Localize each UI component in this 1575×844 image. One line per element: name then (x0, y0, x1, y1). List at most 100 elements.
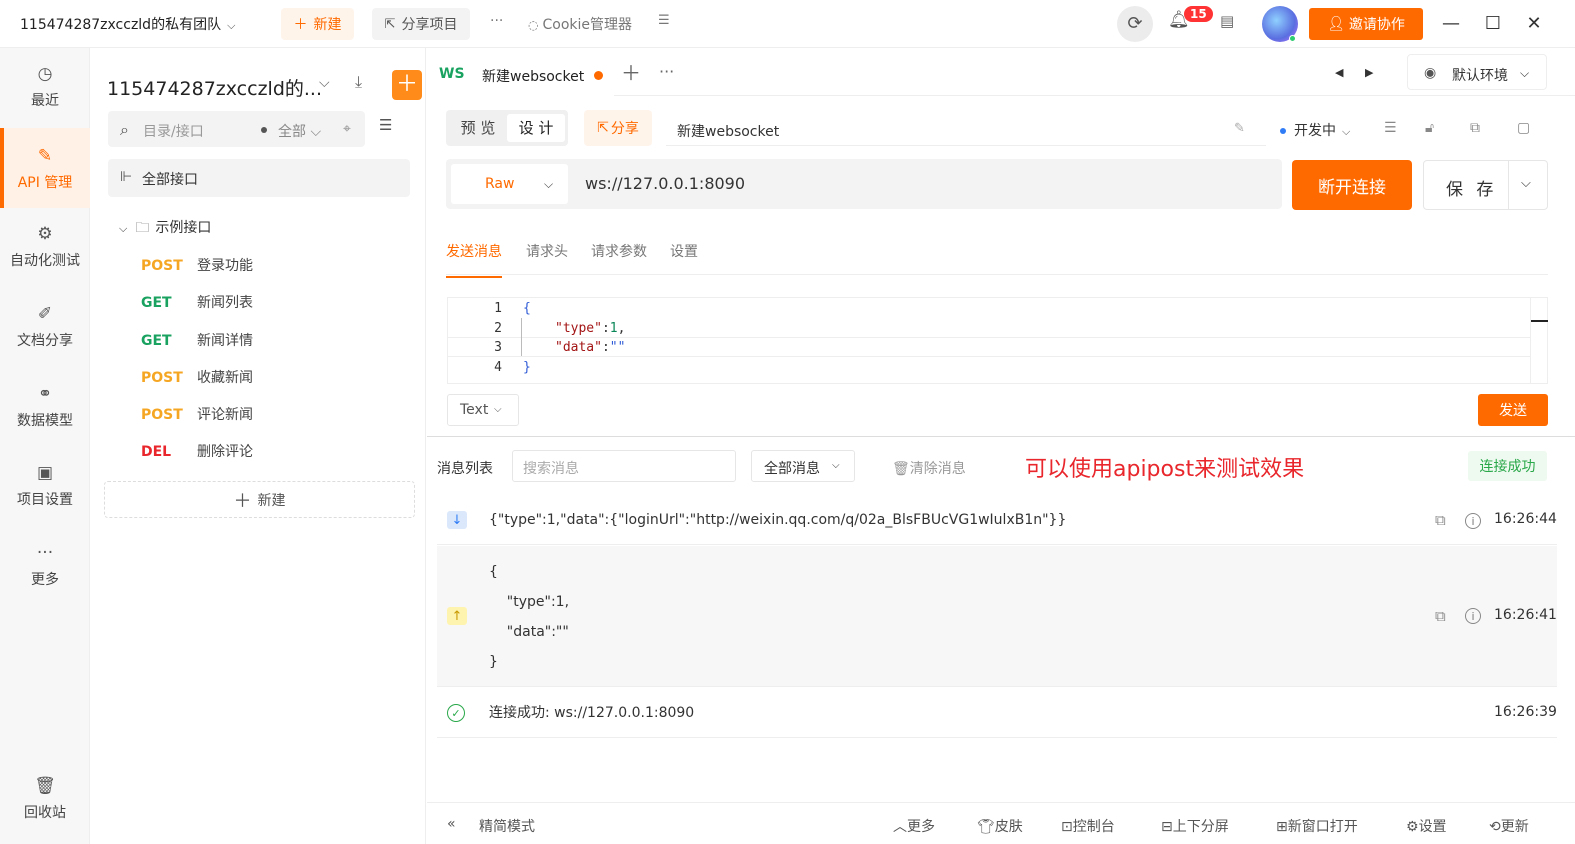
maximize-icon[interactable]: ☐ (1479, 10, 1507, 38)
footer-more-button[interactable]: ︿更多 (893, 816, 935, 836)
minimize-icon[interactable]: — (1437, 10, 1465, 38)
console-button[interactable]: ⊡控制台 (1061, 816, 1115, 836)
new-window-button[interactable]: ⊞新窗口打开 (1276, 816, 1358, 836)
main-panel: WS 新建websocket ＋ ··· ◀ ▶ ◉ 默认环境 ⌵ 预 览 设 … (427, 48, 1575, 844)
message-list-header: 消息列表 搜索消息 全部消息 ⌵ 🗑︎清除消息 可以使用apipost来测试效果 … (427, 436, 1575, 494)
design-tab[interactable]: 设 计 (507, 114, 565, 142)
json-colon: : (601, 321, 610, 336)
tab-params[interactable]: 请求参数 (591, 241, 647, 261)
locate-icon[interactable]: ⌖ (329, 111, 365, 147)
list-collapse-icon[interactable]: ☰ (658, 14, 670, 27)
unlock-icon[interactable]: 🔓︎ (1425, 120, 1434, 136)
share-button[interactable]: ⇱ 分享 (584, 110, 652, 146)
sort-icon[interactable]: ☰ (379, 118, 392, 133)
tab-bar: WS 新建websocket ＋ ··· ◀ ▶ ◉ 默认环境 ⌵ (427, 48, 1575, 96)
api-item-login[interactable]: POST 登录功能 (141, 255, 253, 275)
history-doc-icon[interactable]: ▢ (1517, 120, 1530, 136)
url-bar: Raw ⌵ ws://127.0.0.1:8090 (446, 159, 1282, 209)
nav-item-api[interactable]: ✎ API 管理 (0, 128, 90, 208)
status-select[interactable]: 开发中 ⌵ (1280, 120, 1350, 140)
update-icon: ⟲ (1489, 819, 1501, 835)
caret-right-icon[interactable]: ▶ (1365, 67, 1373, 78)
team-selector[interactable]: 115474287zxcczld的私有团队 ⌵ (20, 14, 235, 34)
connection-status-badge: 连接成功 (1468, 451, 1547, 481)
message-item-sent[interactable]: ↑ { "type":1, "data":"" } ⧉ i 16:26:41 (437, 546, 1557, 687)
folder-icon: 🗀 (135, 220, 150, 236)
save-button[interactable]: 保 存 ⌵ (1423, 160, 1548, 210)
copy-icon[interactable]: ⧉ (1435, 511, 1446, 529)
close-icon[interactable]: ✕ (1520, 10, 1548, 38)
cookie-manager-button[interactable]: ◌ Cookie管理器 (528, 14, 632, 34)
more-tabs-icon[interactable]: ··· (659, 64, 674, 80)
clear-messages-button[interactable]: 🗑︎清除消息 (892, 458, 966, 478)
send-button[interactable]: 发送 (1478, 394, 1548, 426)
nav-item-docs[interactable]: ✐ 文档分享 (0, 304, 90, 364)
mode-select[interactable]: Raw ⌵ (451, 164, 568, 204)
tab-websocket[interactable]: WS 新建websocket (427, 48, 614, 96)
import-icon[interactable]: ⤓ (355, 74, 362, 90)
copy-icon[interactable]: ⧉ (1470, 120, 1480, 136)
api-item-comment[interactable]: POST 评论新闻 (141, 404, 253, 424)
settings-button[interactable]: ⚙设置 (1406, 816, 1447, 836)
copy-icon[interactable]: ⧉ (1435, 607, 1446, 625)
skin-button[interactable]: 👕︎皮肤 (977, 816, 1023, 836)
new-button[interactable]: ＋ 新建 (281, 8, 354, 40)
nav-item-automation[interactable]: ⚙ 自动化测试 (0, 224, 90, 284)
edit-icon[interactable]: ✎ (1234, 121, 1245, 136)
api-item-delete-comment[interactable]: DEL 删除评论 (141, 441, 253, 461)
check-circle-icon: ✓ (447, 704, 465, 722)
api-item-news-detail[interactable]: GET 新闻详情 (141, 330, 253, 350)
doc-name-field[interactable]: 新建websocket ✎ (666, 110, 1266, 146)
message-item-received[interactable]: ↓ {"type":1,"data":{"loginUrl":"http://w… (437, 494, 1557, 545)
tree-search-input[interactable]: ⌕ 目录/接口 全部 ⌵ (108, 111, 351, 147)
url-input[interactable]: ws://127.0.0.1:8090 (585, 174, 745, 193)
nav-item-more[interactable]: ··· 更多 (0, 543, 90, 603)
chevron-down-icon[interactable]: ⌵ (1521, 176, 1531, 191)
format-select[interactable]: Text ⌵ (447, 394, 519, 426)
update-button[interactable]: ⟲更新 (1489, 816, 1529, 836)
simple-mode-button[interactable]: 精简模式 (479, 816, 535, 836)
nav-item-model[interactable]: ⚭ 数据模型 (0, 384, 90, 444)
sync-icon[interactable]: ⟳ (1117, 6, 1153, 42)
all-api-item[interactable]: ⊩ 全部接口 (108, 159, 410, 197)
api-item-news-list[interactable]: GET 新闻列表 (141, 292, 253, 312)
nav-item-trash[interactable]: 🗑︎ 回收站 (0, 776, 90, 836)
api-name: 新闻详情 (197, 333, 253, 349)
notes-icon[interactable]: ▤ (1220, 14, 1234, 29)
nav-item-settings[interactable]: ▣ 项目设置 (0, 463, 90, 523)
tree-new-button[interactable]: ＋ 新建 (104, 481, 415, 518)
outline-icon[interactable]: ☰ (1384, 120, 1397, 136)
info-icon[interactable]: i (1465, 608, 1481, 624)
message-search-input[interactable]: 搜索消息 (512, 450, 736, 482)
scroll-marker (1531, 320, 1548, 322)
invite-button[interactable]: 👤︎ 邀请协作 (1309, 8, 1423, 40)
editor-scrollbar[interactable] (1530, 298, 1548, 384)
share-project-button[interactable]: ⇱ 分享项目 (372, 8, 470, 40)
split-button[interactable]: ⊟上下分屏 (1161, 816, 1229, 836)
method-badge: GET (141, 333, 172, 349)
tab-title: 新建websocket (482, 69, 585, 85)
info-icon[interactable]: i (1465, 513, 1481, 529)
api-item-favorite[interactable]: POST 收藏新闻 (141, 367, 253, 387)
tab-headers[interactable]: 请求头 (526, 241, 568, 261)
nav-item-recent[interactable]: ◷ 最近 (0, 64, 90, 124)
message-filter-select[interactable]: 全部消息 ⌵ (751, 450, 855, 482)
project-title[interactable]: 115474287zxcczld的... (107, 74, 322, 101)
disconnect-button[interactable]: 断开连接 (1292, 160, 1412, 210)
preview-tab[interactable]: 预 览 (449, 114, 507, 142)
message-editor[interactable]: 1 2 3 4 { "type":1, "data":"" } (447, 297, 1548, 384)
tab-send-message[interactable]: 发送消息 (446, 241, 502, 278)
folder-item[interactable]: ⌵ 🗀 示例接口 (119, 217, 211, 241)
collapse-icon[interactable]: « (447, 816, 456, 832)
filter-select[interactable]: 全部 ⌵ (278, 121, 321, 141)
add-icon[interactable]: ＋ (392, 70, 422, 100)
code-line: } (523, 360, 531, 375)
more-button[interactable]: ··· (490, 13, 503, 29)
caret-left-icon[interactable]: ◀ (1335, 67, 1343, 78)
api-name: 新闻列表 (197, 295, 253, 311)
environment-select[interactable]: ◉ 默认环境 ⌵ (1407, 54, 1547, 90)
new-tab-icon[interactable]: ＋ (621, 63, 641, 83)
tab-settings[interactable]: 设置 (670, 241, 698, 261)
chevron-down-icon[interactable]: ⌵ (319, 76, 330, 90)
message-item-system[interactable]: ✓ 连接成功: ws://127.0.0.1:8090 16:26:39 (437, 688, 1557, 738)
